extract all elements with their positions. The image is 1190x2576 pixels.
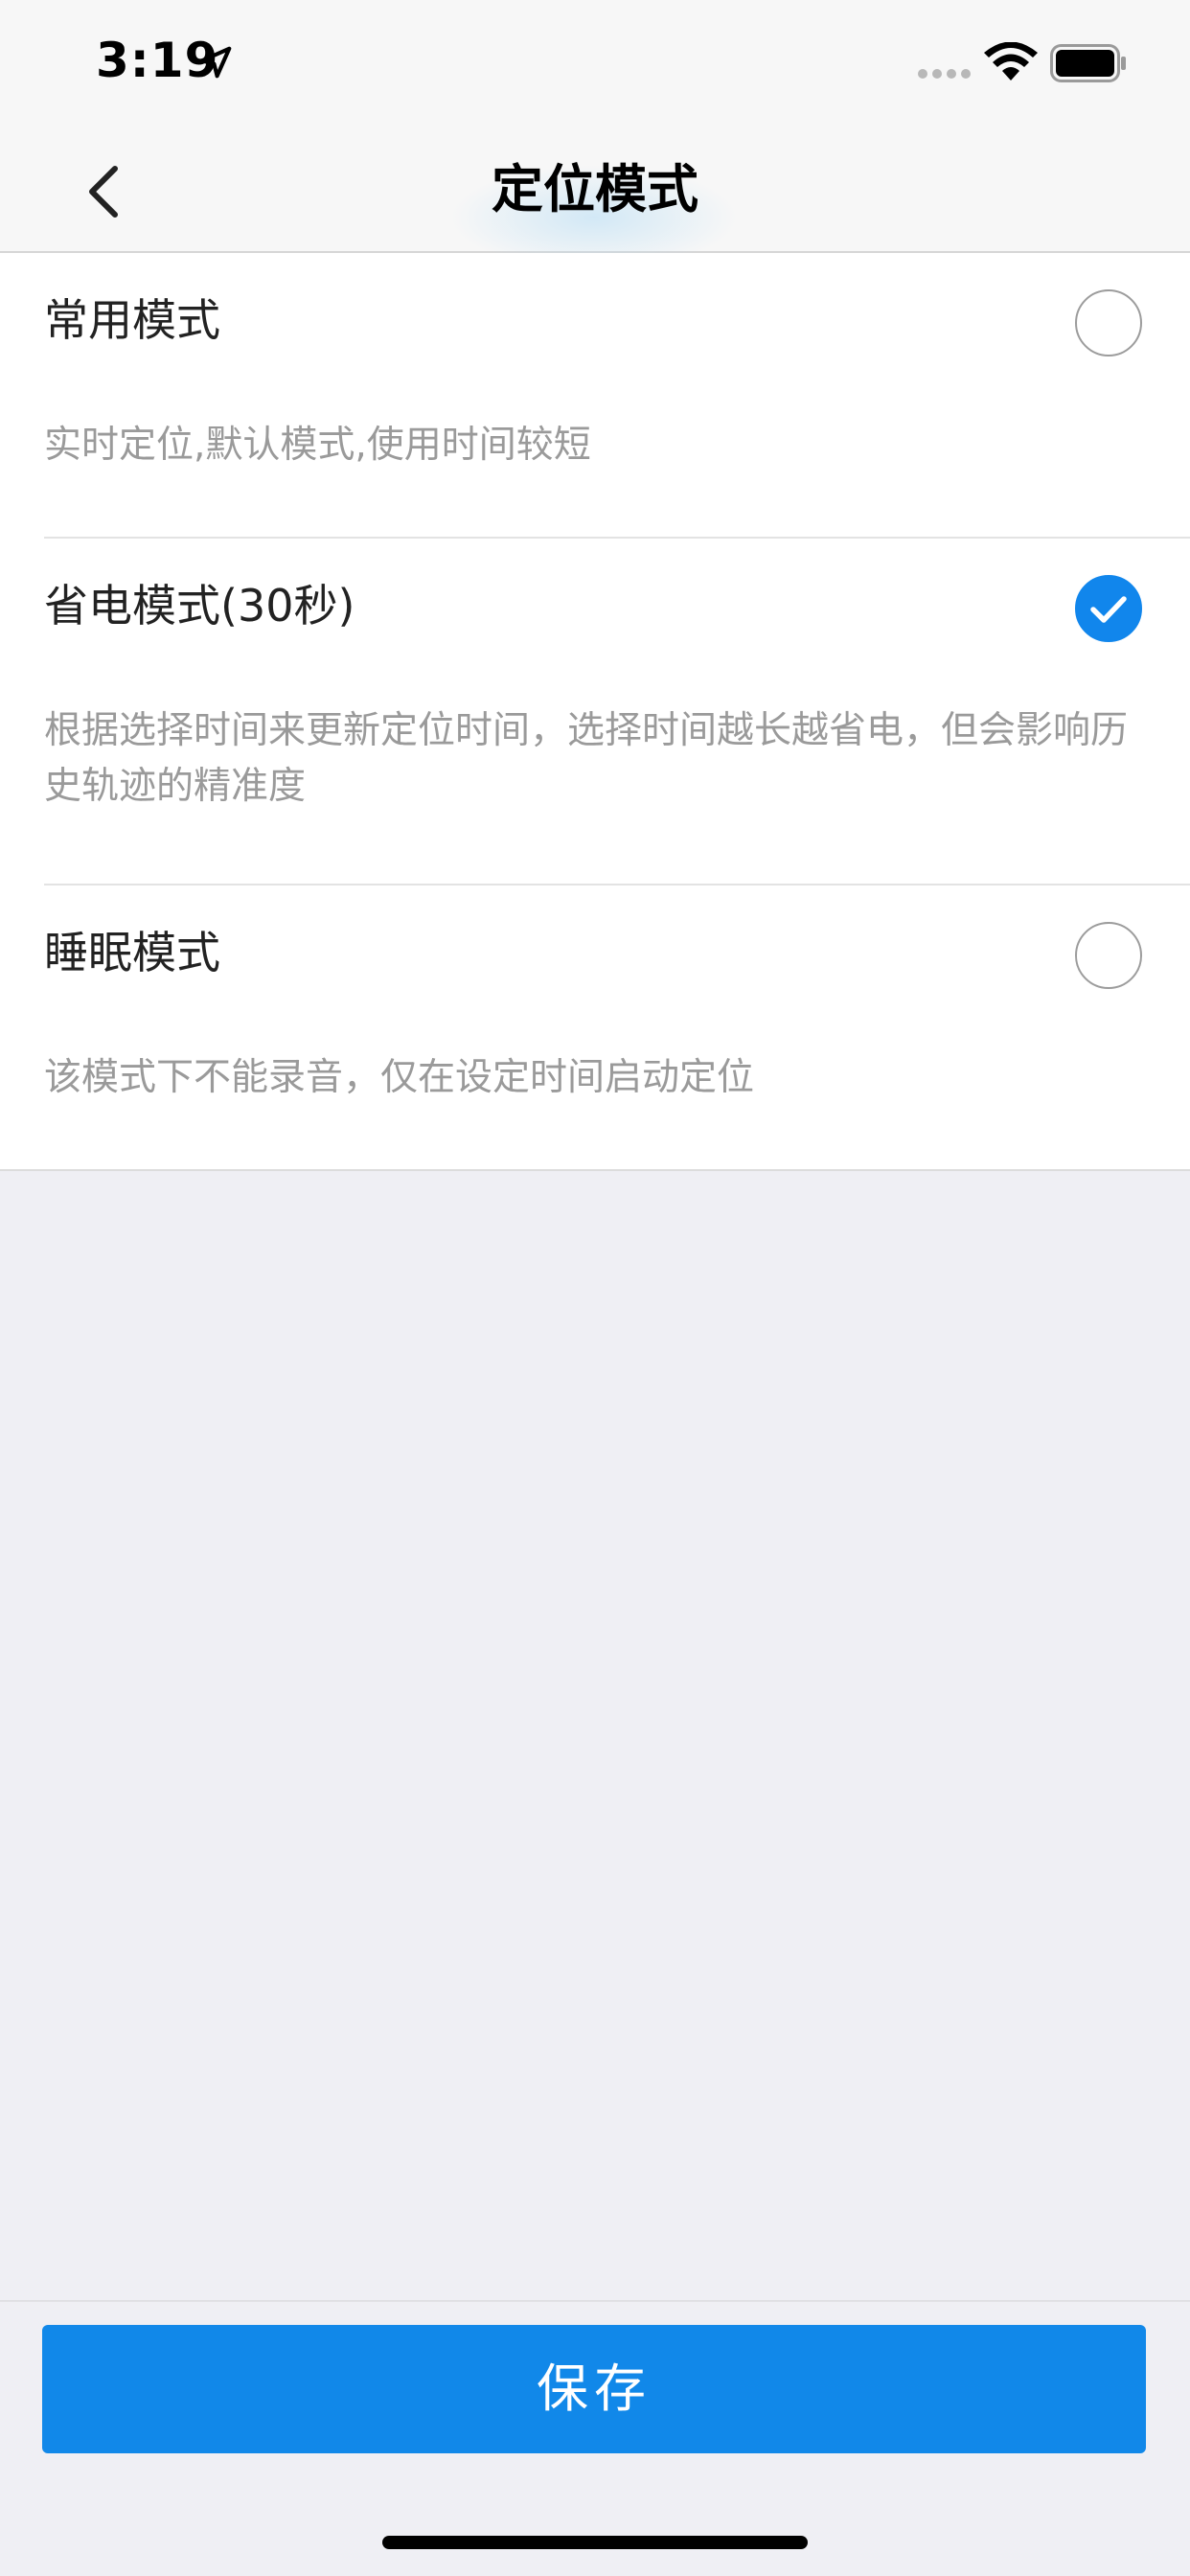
footer-divider (0, 2300, 1190, 2302)
mode-option-sleep[interactable]: 睡眠模式 该模式下不能录音，仅在设定时间启动定位 (0, 886, 1190, 1169)
wifi-icon (984, 42, 1038, 80)
home-indicator (382, 2536, 808, 2549)
mode-radio-normal[interactable] (1075, 289, 1142, 356)
mode-option-normal[interactable]: 常用模式 实时定位,默认模式,使用时间较短 (0, 253, 1190, 537)
mode-option-power-saving[interactable]: 省电模式(30秒) 根据选择时间来更新定位时间，选择时间越长越省电，但会影响历史… (0, 539, 1190, 884)
signal-dots-icon (918, 69, 971, 79)
save-button[interactable]: 保存 (42, 2325, 1146, 2453)
battery-icon (1050, 44, 1126, 82)
page-title: 定位模式 (492, 159, 698, 219)
mode-title: 省电模式(30秒) (44, 580, 355, 632)
location-arrow-icon (199, 46, 232, 79)
nav-bar: 定位模式 (0, 126, 1190, 270)
mode-description: 实时定位,默认模式,使用时间较短 (44, 424, 591, 467)
checkmark-icon (1090, 596, 1127, 623)
mode-description: 根据选择时间来更新定位时间，选择时间越长越省电，但会影响历史轨迹的精准度 (44, 709, 1129, 808)
mode-title: 睡眠模式 (44, 927, 220, 978)
mode-radio-power-saving[interactable] (1075, 575, 1142, 642)
mode-description: 该模式下不能录音，仅在设定时间启动定位 (44, 1056, 755, 1099)
mode-radio-sleep[interactable] (1075, 922, 1142, 989)
mode-title: 常用模式 (44, 294, 220, 346)
mode-list: 常用模式 实时定位,默认模式,使用时间较短 省电模式(30秒) 根据选择时间来更… (0, 253, 1190, 1171)
status-bar: 3:19 (0, 0, 1190, 126)
